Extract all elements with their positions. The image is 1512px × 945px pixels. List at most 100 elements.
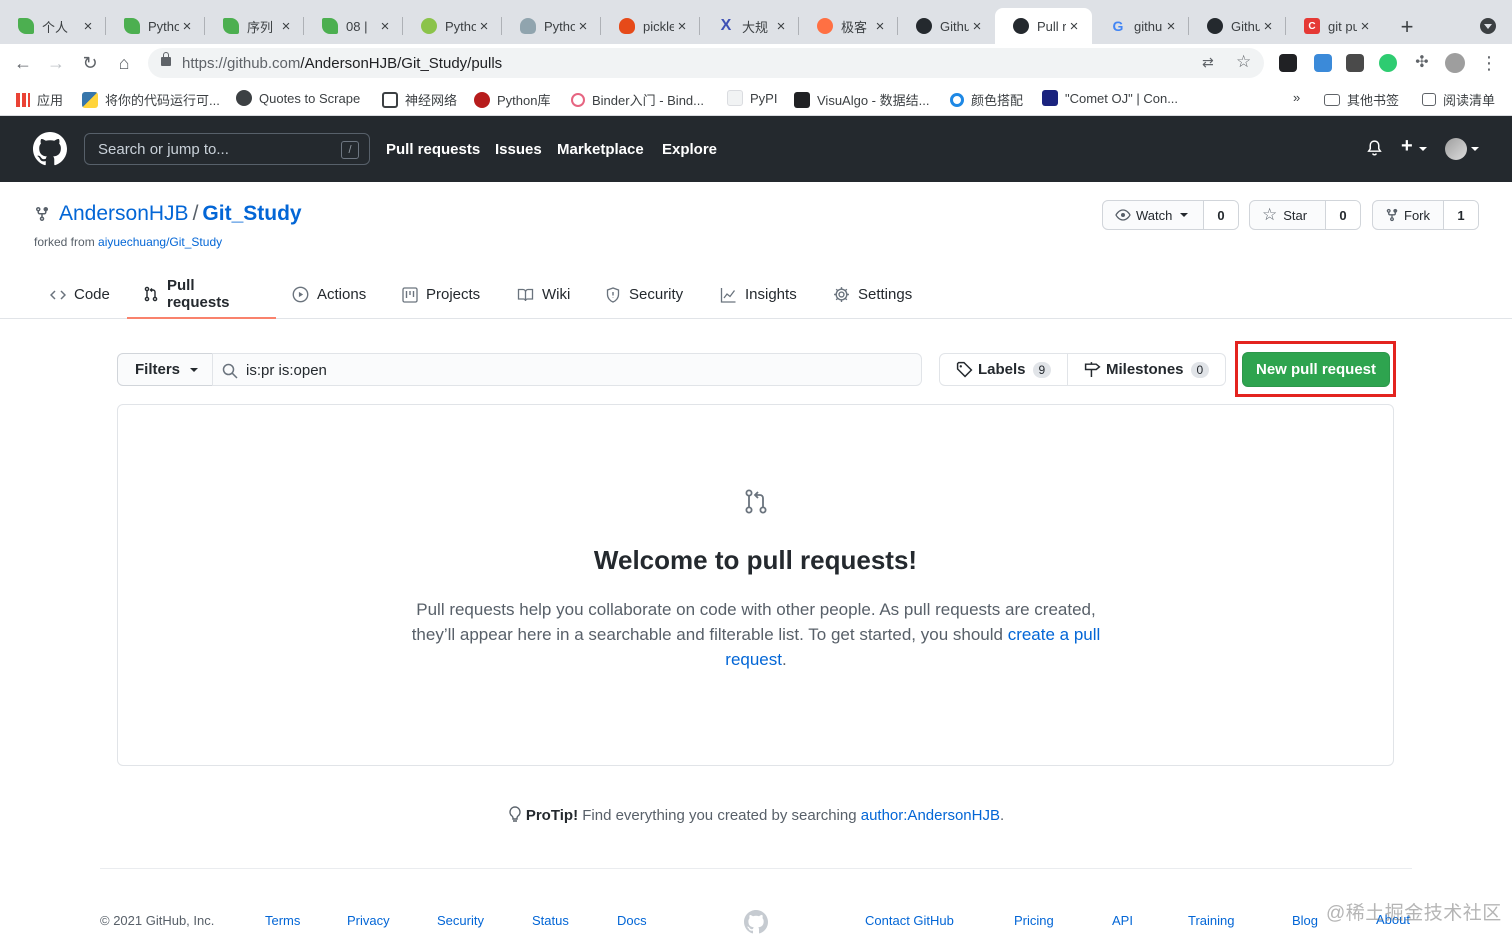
back-icon[interactable]: ←: [12, 53, 34, 73]
close-tab-icon[interactable]: ×: [773, 18, 789, 35]
footer-link-blog[interactable]: Blog: [1292, 913, 1318, 928]
close-tab-icon[interactable]: ×: [575, 18, 591, 35]
reading-list[interactable]: 阅读清单: [1422, 90, 1495, 109]
tab-pull-requests[interactable]: Pull requests: [127, 270, 276, 319]
footer-link-pricing[interactable]: Pricing: [1014, 913, 1054, 928]
pulls-search-input[interactable]: [246, 360, 896, 380]
repo-name-link[interactable]: Git_Study: [202, 202, 301, 226]
address-bar[interactable]: https://github.com/AndersonHJB/Git_Study…: [148, 48, 1264, 78]
bookmark-item[interactable]: Binder入门 - Bind...: [571, 90, 704, 109]
github-footer-logo-icon[interactable]: [744, 910, 768, 934]
star-button[interactable]: ☆ Star 0: [1249, 200, 1361, 230]
fork-count[interactable]: 1: [1444, 201, 1478, 229]
extension-on-icon[interactable]: [1314, 54, 1332, 72]
close-tab-icon[interactable]: ×: [674, 18, 690, 35]
bookmark-item[interactable]: 将你的代码运行可...: [82, 90, 220, 109]
pulls-search-field[interactable]: [212, 353, 922, 386]
footer-link-status[interactable]: Status: [532, 913, 569, 928]
tab-insights[interactable]: Insights: [704, 270, 813, 319]
bookmark-item[interactable]: PyPI: [727, 90, 777, 106]
extension-icon[interactable]: [1279, 54, 1297, 72]
tab-settings[interactable]: Settings: [817, 270, 928, 319]
browser-tab[interactable]: Cgit pu ×: [1286, 8, 1383, 44]
nav-pull-requests[interactable]: Pull requests: [386, 141, 480, 158]
forward-icon[interactable]: →: [45, 53, 67, 73]
tab-search-icon[interactable]: [1480, 18, 1496, 34]
browser-tab[interactable]: Pytho ×: [502, 8, 601, 44]
bookmark-item[interactable]: 神经网络: [382, 90, 457, 109]
avatar[interactable]: [1445, 138, 1467, 160]
tab-wiki[interactable]: Wiki: [501, 270, 586, 319]
milestones-button[interactable]: Milestones 0: [1068, 354, 1223, 385]
browser-tab[interactable]: Pytho ×: [106, 8, 205, 44]
nav-marketplace[interactable]: Marketplace: [557, 141, 644, 158]
global-search-input[interactable]: Search or jump to... /: [84, 133, 370, 165]
labels-button[interactable]: Labels 9: [940, 354, 1068, 385]
other-bookmarks[interactable]: 其他书签: [1324, 90, 1399, 109]
watch-button[interactable]: Watch 0: [1102, 200, 1239, 230]
browser-tab[interactable]: 序列 ×: [205, 8, 304, 44]
browser-tab[interactable]: X 大规 ×: [700, 8, 799, 44]
repo-owner-link[interactable]: AndersonHJB: [59, 202, 189, 226]
star-bookmark-icon[interactable]: ☆: [1236, 52, 1251, 72]
translate-icon[interactable]: ⇄: [1202, 54, 1214, 71]
browser-tab[interactable]: Githu ×: [1189, 8, 1286, 44]
bookmarks-overflow[interactable]: »: [1293, 90, 1300, 105]
nav-issues[interactable]: Issues: [495, 141, 542, 158]
protip-search-link[interactable]: author:AndersonHJB: [861, 807, 1000, 824]
fork-button[interactable]: Fork 1: [1372, 200, 1479, 230]
bookmark-item[interactable]: Python库: [474, 90, 550, 109]
new-pull-request-button[interactable]: New pull request: [1242, 352, 1390, 387]
browser-tab[interactable]: 个人 ×: [0, 8, 106, 44]
browser-tab[interactable]: Ggithu ×: [1092, 8, 1189, 44]
tab-actions[interactable]: Actions: [276, 270, 382, 319]
footer-link-api[interactable]: API: [1112, 913, 1133, 928]
bell-icon[interactable]: [1366, 138, 1383, 158]
filters-button[interactable]: Filters: [117, 353, 213, 386]
footer-link-privacy[interactable]: Privacy: [347, 913, 390, 928]
footer-link-terms[interactable]: Terms: [265, 913, 300, 928]
tab-security[interactable]: Security: [589, 270, 699, 319]
close-tab-icon[interactable]: ×: [377, 18, 393, 35]
extension-green-icon[interactable]: [1379, 54, 1397, 72]
browser-tab[interactable]: 极客 ×: [799, 8, 898, 44]
forked-from-link[interactable]: aiyuechuang/Git_Study: [98, 235, 222, 249]
footer-link-contact[interactable]: Contact GitHub: [865, 913, 954, 928]
bookmark-item[interactable]: VisuAlgo - 数据结...: [794, 90, 929, 109]
close-tab-icon[interactable]: ×: [80, 18, 96, 35]
profile-avatar-icon[interactable]: [1445, 53, 1465, 73]
close-tab-icon[interactable]: ×: [1163, 18, 1179, 35]
close-tab-icon[interactable]: ×: [278, 18, 294, 35]
footer-link-security[interactable]: Security: [437, 913, 484, 928]
extension-x-icon[interactable]: [1346, 54, 1364, 72]
browser-tab[interactable]: Githu ×: [898, 8, 995, 44]
footer-link-training[interactable]: Training: [1188, 913, 1234, 928]
bookmark-item[interactable]: Quotes to Scrape: [236, 90, 360, 106]
browser-tab[interactable]: Pytho ×: [403, 8, 502, 44]
footer-link-docs[interactable]: Docs: [617, 913, 647, 928]
tab-projects[interactable]: Projects: [386, 270, 496, 319]
menu-kebab-icon[interactable]: ⋮: [1478, 53, 1500, 73]
browser-tab[interactable]: pickle ×: [601, 8, 700, 44]
puzzle-extensions-icon[interactable]: ✣: [1411, 53, 1433, 73]
bookmark-item[interactable]: "Comet OJ" | Con...: [1042, 90, 1178, 106]
close-tab-icon[interactable]: ×: [179, 18, 195, 35]
create-new-plus-icon[interactable]: +: [1401, 135, 1413, 158]
bookmark-item[interactable]: 颜色搭配: [950, 90, 1023, 109]
star-count[interactable]: 0: [1326, 201, 1360, 229]
close-tab-icon[interactable]: ×: [1066, 18, 1082, 35]
browser-tab[interactable]: 08 | ×: [304, 8, 403, 44]
reload-icon[interactable]: ↻: [79, 53, 101, 73]
tab-code[interactable]: Code: [34, 270, 126, 319]
close-tab-icon[interactable]: ×: [476, 18, 492, 35]
watch-count[interactable]: 0: [1204, 201, 1238, 229]
close-tab-icon[interactable]: ×: [969, 18, 985, 35]
close-tab-icon[interactable]: ×: [872, 18, 888, 35]
nav-explore[interactable]: Explore: [662, 141, 717, 158]
close-tab-icon[interactable]: ×: [1357, 18, 1373, 35]
github-logo-icon[interactable]: [33, 132, 67, 166]
new-tab-icon[interactable]: +: [1396, 14, 1418, 40]
bookmark-item[interactable]: 应用: [16, 90, 63, 109]
close-tab-icon[interactable]: ×: [1260, 18, 1276, 35]
home-icon[interactable]: ⌂: [113, 53, 135, 73]
